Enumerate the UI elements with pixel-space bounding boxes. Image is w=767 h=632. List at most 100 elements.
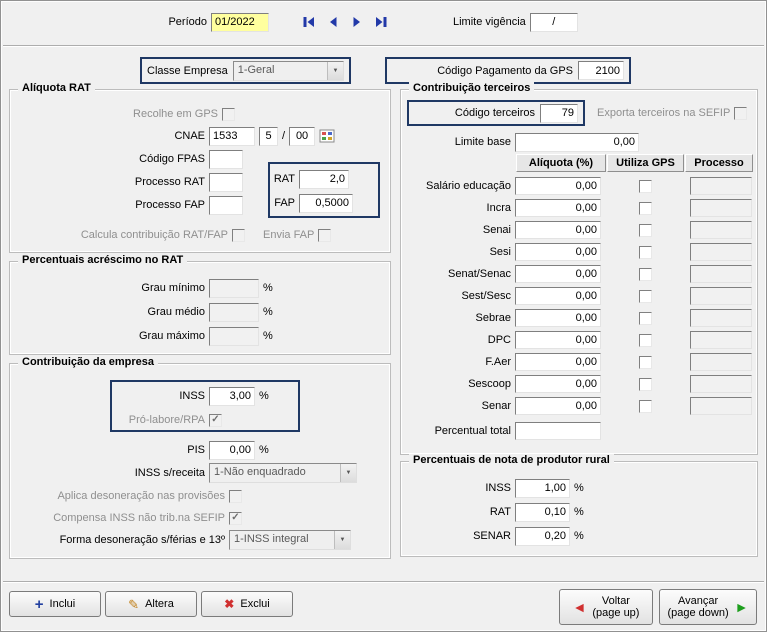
nav-last-icon [373,15,389,29]
processo-input [690,221,752,239]
pis-input[interactable] [209,441,255,460]
exclui-button[interactable]: ✖ Exclui [201,591,293,617]
processo-input [690,287,752,305]
inss-input[interactable] [209,387,255,406]
column-header-aliquota: Alíquota (%) [516,154,606,172]
voltar-button[interactable]: ◄ Voltar (page up) [559,589,653,625]
nav-first-button[interactable] [299,13,319,31]
cnae-sub-input[interactable] [259,127,278,146]
aliquota-input[interactable] [515,353,601,371]
fap-row: FAP [10,193,353,213]
recolhe-gps-label: Recolhe em GPS [10,108,218,120]
inclui-button[interactable]: + Inclui [9,591,101,617]
rural-rat-input[interactable] [515,503,570,522]
compensa-inss-checkbox: ✓ [229,512,242,525]
grau-maximo-label: Grau máximo [10,330,205,342]
codigo-gps-label: Código Pagamento da GPS [392,65,573,77]
fap-input[interactable] [299,194,353,213]
inss-percent: % [259,390,269,402]
utiliza-gps-checkbox[interactable] [639,378,652,391]
codigo-terceiros-input[interactable] [540,104,578,123]
codigo-gps-box: Código Pagamento da GPS [385,57,631,84]
processo-input [690,177,752,195]
exporta-terceiros-label: Exporta terceiros na SEFIP [597,107,730,119]
cnae-label: CNAE [10,130,205,142]
group-produtor-rural-title: Percentuais de nota de produtor rural [409,454,614,466]
utiliza-gps-checkbox[interactable] [639,290,652,303]
utiliza-gps-checkbox[interactable] [639,400,652,413]
processo-input [690,397,752,415]
group-contribuicao-empresa-title: Contribuição da empresa [18,356,158,368]
forma-desoneracao-value: 1-INSS integral [230,531,334,549]
grau-minimo-label: Grau mínimo [10,282,205,294]
aliquota-input[interactable] [515,177,601,195]
codigo-gps-input[interactable] [578,61,624,80]
grau-minimo-input [209,279,259,298]
recolhe-gps-checkbox [222,108,235,121]
rat-label: RAT [10,173,295,185]
aliquota-input[interactable] [515,243,601,261]
recolhe-gps-row: Recolhe em GPS [10,104,235,124]
cnae-lookup-button[interactable] [319,128,336,144]
aliquota-input[interactable] [515,309,601,327]
utiliza-gps-checkbox[interactable] [639,334,652,347]
percentual-total-input[interactable] [515,422,601,440]
terceiros-row-label: Incra [401,202,511,214]
avancar-button[interactable]: Avançar (page down) ► [659,589,757,625]
nav-first-icon [301,15,317,29]
nav-previous-button[interactable] [323,13,343,31]
aplica-desoneracao-checkbox [229,490,242,503]
rural-inss-input[interactable] [515,479,570,498]
rural-inss-percent: % [574,482,584,494]
grau-minimo-row: Grau mínimo % [10,278,273,298]
limite-base-label: Limite base [401,136,511,148]
pis-row: PIS % [10,440,269,460]
utiliza-gps-checkbox[interactable] [639,180,652,193]
rural-senar-input[interactable] [515,527,570,546]
terceiros-row-label: F.Aer [401,356,511,368]
periodo-input[interactable] [211,13,269,32]
utiliza-gps-checkbox[interactable] [639,246,652,259]
utiliza-gps-checkbox[interactable] [639,224,652,237]
inss-receita-row: INSS s/receita 1-Não enquadrado ▼ [10,463,357,483]
codigo-fpas-input[interactable] [209,150,243,169]
avancar-subtext: (page down) [667,607,728,619]
utiliza-gps-checkbox[interactable] [639,268,652,281]
aliquota-input[interactable] [515,397,601,415]
cnae-suffix-input[interactable] [289,127,315,146]
pis-label: PIS [10,444,205,456]
nav-next-button[interactable] [347,13,367,31]
limite-vigencia-input[interactable] [530,13,578,32]
avancar-text: Avançar [678,595,718,607]
calcula-rat-fap-row: Calcula contribuição RAT/FAP Envia FAP [10,225,331,245]
grau-maximo-input [209,327,259,346]
utiliza-gps-checkbox[interactable] [639,202,652,215]
aliquota-input[interactable] [515,287,601,305]
inss-row: INSS % [10,386,269,406]
periodo-row: Período [167,12,269,32]
voltar-subtext: (page up) [592,607,639,619]
limite-base-input[interactable] [515,133,639,152]
rat-input[interactable] [299,170,349,189]
chevron-down-icon: ▼ [334,531,350,549]
table-row-faer: F.Aer [401,352,752,372]
inss-receita-label: INSS s/receita [10,467,205,479]
altera-button[interactable]: ✎ Altera [105,591,197,617]
table-row-incra: Incra [401,198,752,218]
cnae-input[interactable] [209,127,255,146]
aliquota-input[interactable] [515,375,601,393]
fap-label: FAP [10,197,295,209]
prolabore-checkbox: ✓ [209,414,222,427]
column-header-utiliza-gps: Utiliza GPS [607,154,684,172]
aliquota-input[interactable] [515,199,601,217]
aliquota-input[interactable] [515,331,601,349]
nav-previous-icon [325,15,341,29]
nav-last-button[interactable] [371,13,391,31]
aliquota-input[interactable] [515,265,601,283]
utiliza-gps-checkbox[interactable] [639,312,652,325]
exporta-terceiros-checkbox [734,107,747,120]
aliquota-input[interactable] [515,221,601,239]
utiliza-gps-checkbox[interactable] [639,356,652,369]
check-icon: ✓ [211,415,219,425]
processo-input [690,199,752,217]
